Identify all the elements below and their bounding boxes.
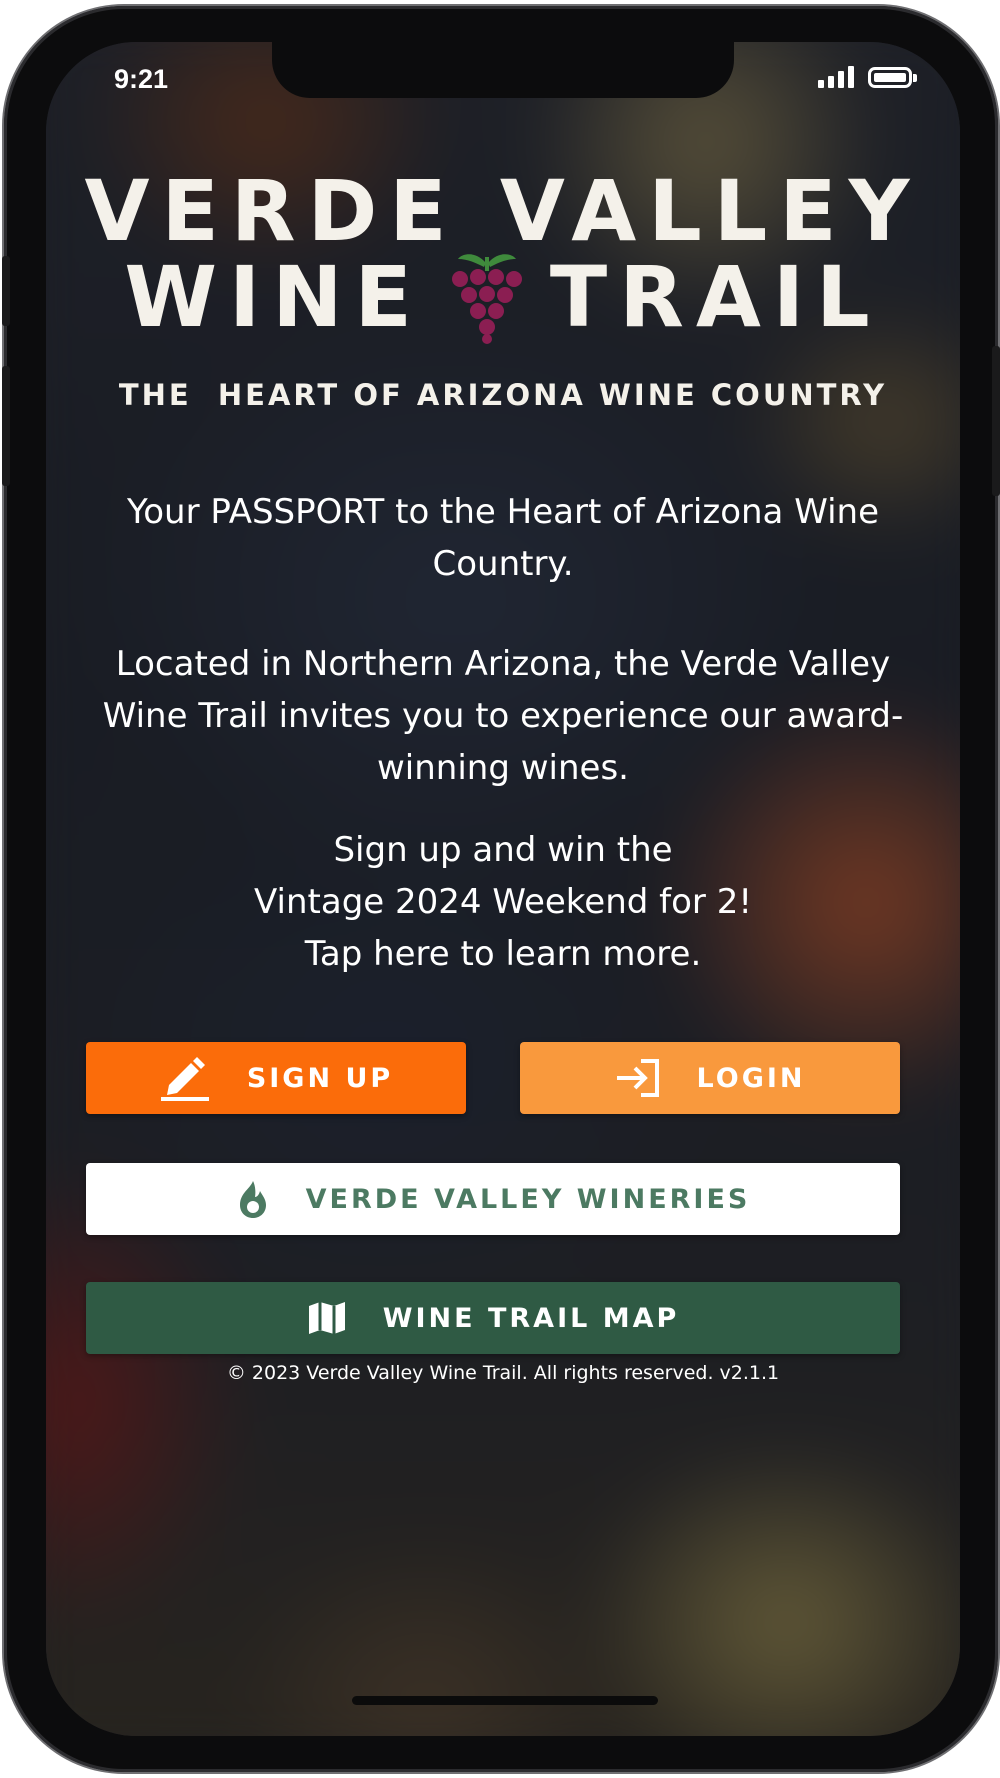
map-icon xyxy=(308,1302,345,1334)
verde-valley-wineries-button[interactable]: VERDE VALLEY WINERIES xyxy=(86,1163,900,1235)
logo-word-wine: WINE xyxy=(124,248,424,346)
flame-icon xyxy=(239,1181,266,1218)
promo-line: Vintage 2024 Weekend for 2! xyxy=(254,882,752,922)
wineries-label: VERDE VALLEY WINERIES xyxy=(305,1183,751,1215)
app-screen: 9:21 VERDE VALLEY WINE TRAIL THE HEART O… xyxy=(46,42,960,1736)
status-time: 9:21 xyxy=(114,64,169,94)
intro-passport-text: Your PASSPORT to the Heart of Arizona Wi… xyxy=(126,492,879,584)
map-label: WINE TRAIL MAP xyxy=(382,1302,680,1334)
signal-icon xyxy=(818,66,854,88)
notch xyxy=(272,42,734,98)
logo-title-line1: VERDE VALLEY xyxy=(84,162,922,260)
power-button xyxy=(992,346,1000,496)
promo-line: Tap here to learn more. xyxy=(304,934,702,974)
phone-frame: 9:21 VERDE VALLEY WINE TRAIL THE HEART O… xyxy=(2,6,1000,1772)
copyright-footer: © 2023 Verde Valley Wine Trail. All righ… xyxy=(226,1362,780,1384)
home-indicator[interactable] xyxy=(352,1696,658,1705)
logo-tagline: THE HEART OF ARIZONA WINE COUNTRY xyxy=(118,378,888,412)
login-button[interactable]: LOGIN xyxy=(520,1042,900,1114)
logo-title-line2: WINE TRAIL xyxy=(46,248,960,346)
promo-line: Sign up and win the xyxy=(333,830,673,870)
promo-link[interactable]: Sign up and win the Vintage 2024 Weekend… xyxy=(76,824,930,980)
grape-cluster-icon xyxy=(451,254,522,344)
battery-icon xyxy=(868,67,917,88)
logo-word-trail: TRAIL xyxy=(549,248,882,346)
sign-up-button[interactable]: SIGN UP xyxy=(86,1042,466,1114)
main-content: VERDE VALLEY WINE TRAIL THE HEART OF ARI… xyxy=(46,42,960,1736)
pencil-icon xyxy=(160,1057,209,1101)
sign-up-label: SIGN UP xyxy=(246,1062,394,1094)
login-arrow-icon xyxy=(616,1059,659,1097)
status-icons xyxy=(818,66,917,88)
mute-switch xyxy=(2,256,10,326)
intro-location-text: Located in Northern Arizona, the Verde V… xyxy=(102,644,904,788)
volume-button xyxy=(2,366,10,486)
login-label: LOGIN xyxy=(696,1062,806,1094)
wine-trail-map-button[interactable]: WINE TRAIL MAP xyxy=(86,1282,900,1354)
